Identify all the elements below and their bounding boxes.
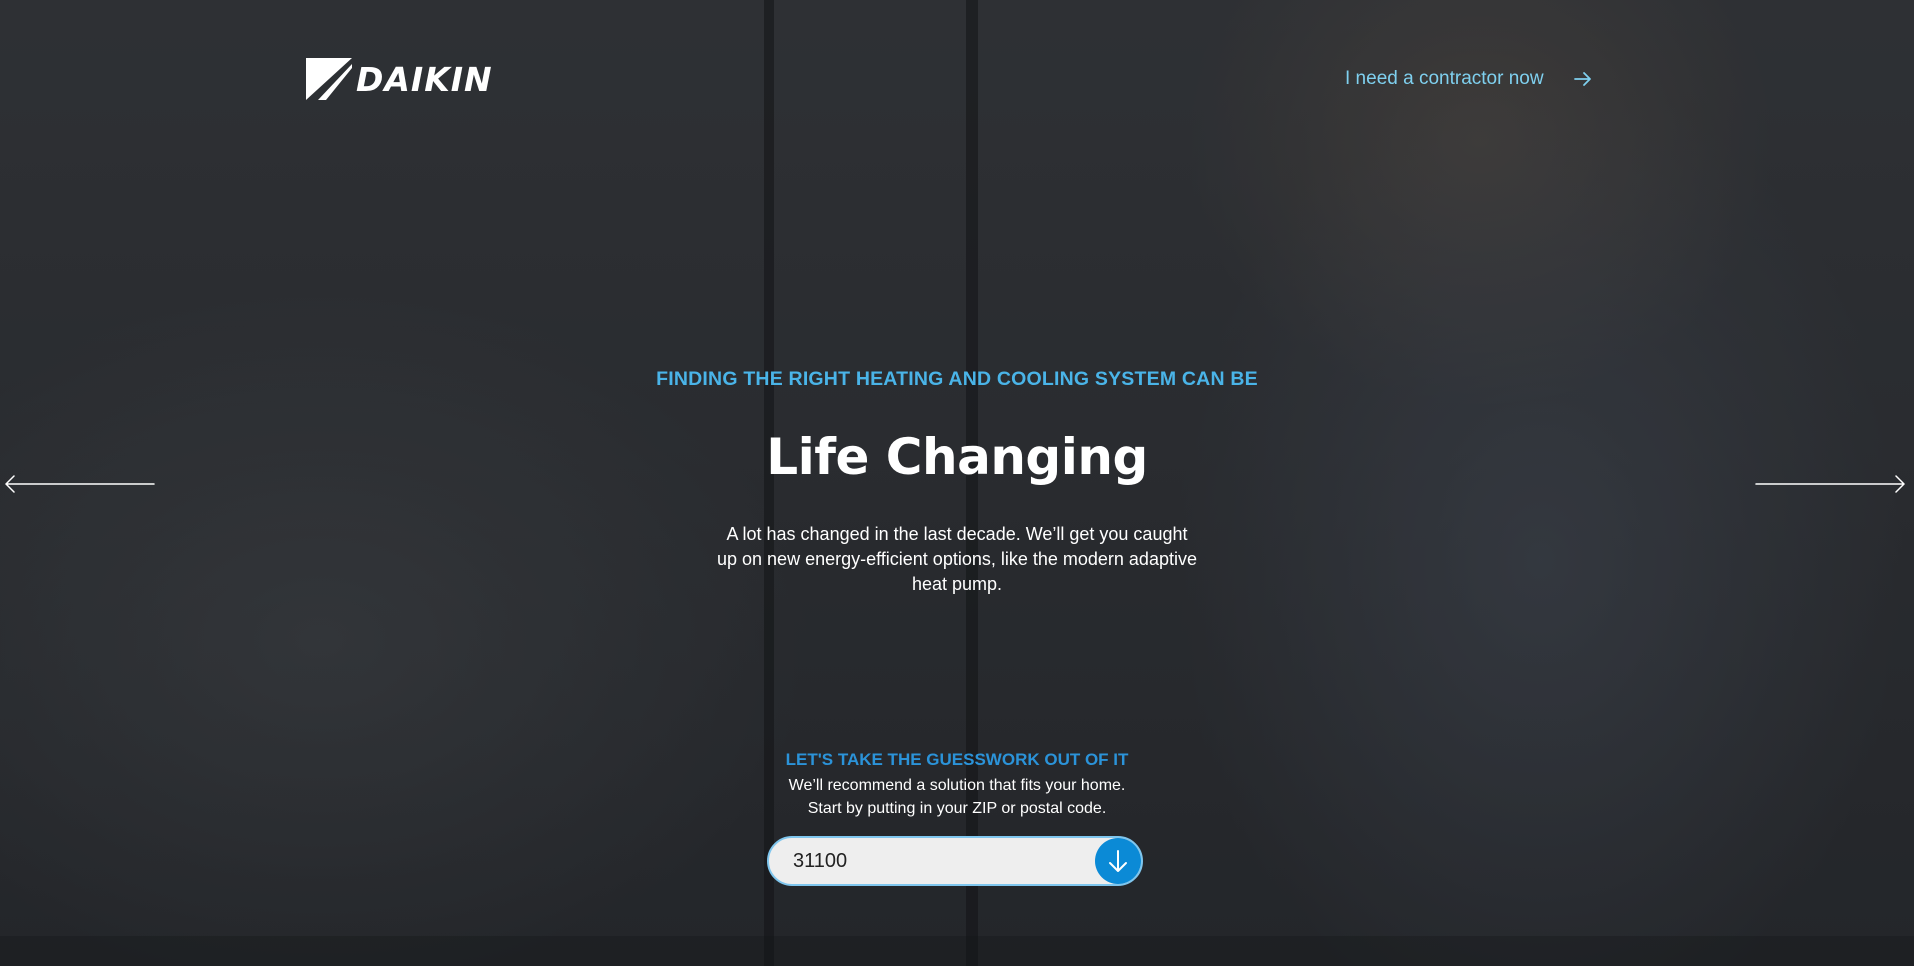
zip-submit-button[interactable] <box>1095 838 1141 884</box>
daikin-logo[interactable]: DAIKIN <box>306 58 493 100</box>
hero-eyebrow: FINDING THE RIGHT HEATING AND COOLING SY… <box>656 368 1258 390</box>
arrow-down-icon <box>1109 850 1127 872</box>
zip-form <box>767 836 1143 886</box>
contractor-link-label: I need a contractor now <box>1345 68 1544 89</box>
hero-headline: Life Changing <box>766 428 1148 486</box>
hero-intro: A lot has changed in the last decade. We… <box>717 524 1197 594</box>
cta-line-1: We’ll recommend a solution that fits you… <box>788 777 1126 794</box>
hero-section: DAIKIN I need a contractor now FINDING T… <box>0 0 1914 966</box>
contractor-link[interactable]: I need a contractor now <box>1345 68 1592 90</box>
bottom-strip <box>0 936 1914 966</box>
zip-input[interactable] <box>769 838 1095 884</box>
cta-title: LET'S TAKE THE GUESSWORK OUT OF IT <box>785 750 1129 769</box>
logo-wordmark: DAIKIN <box>356 59 493 99</box>
cta-description: We’ll recommend a solution that fits you… <box>0 774 1914 820</box>
arrow-right-icon <box>1573 72 1591 86</box>
daikin-logo-mark-icon <box>306 58 352 100</box>
cta-line-2: Start by putting in your ZIP or postal c… <box>807 800 1107 817</box>
